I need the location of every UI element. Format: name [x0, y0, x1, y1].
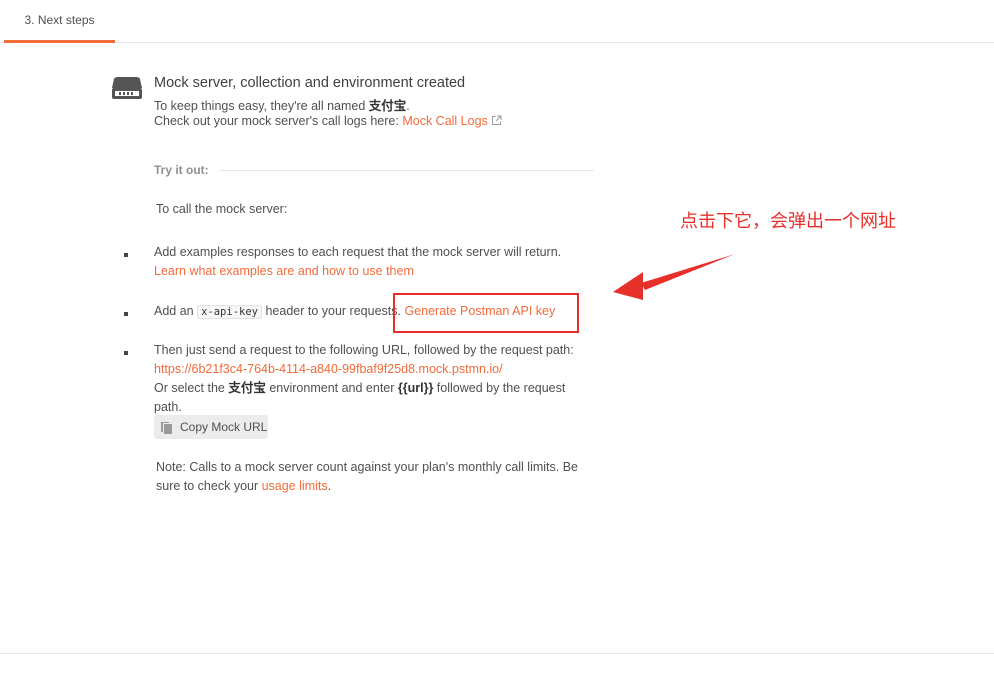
- bottom-divider: [0, 653, 994, 654]
- annotation-arrow: [613, 254, 735, 300]
